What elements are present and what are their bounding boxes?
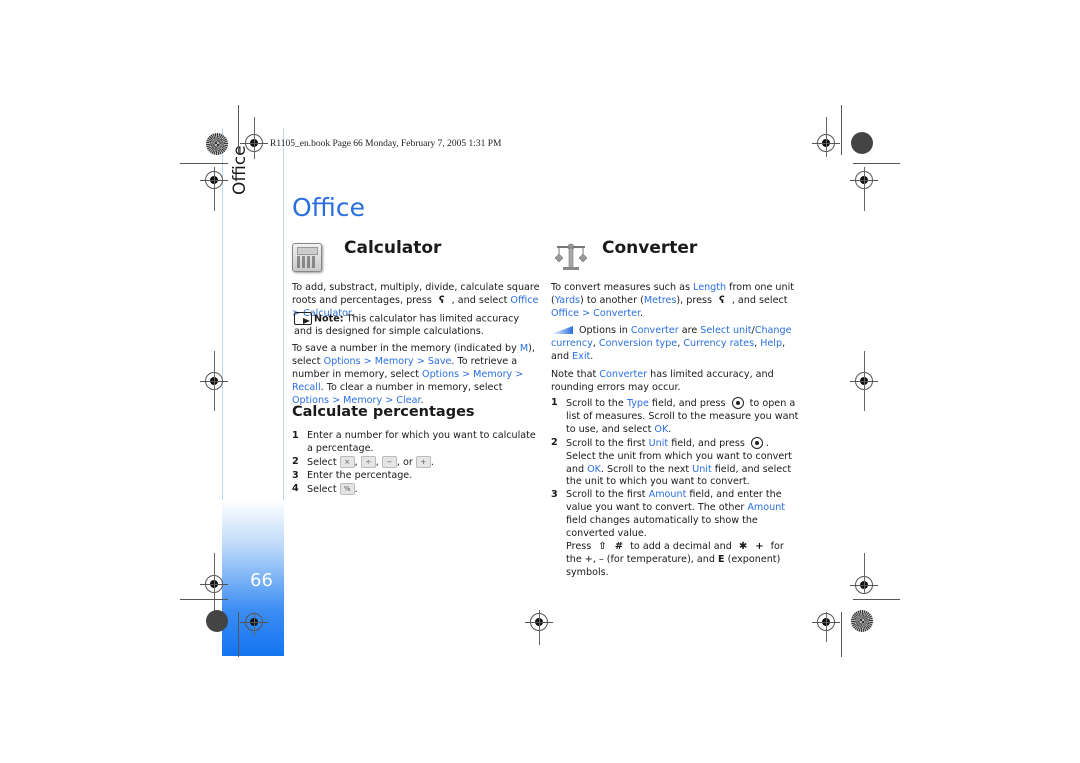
hash-key-icon: # [614,540,624,552]
menu-key-icon: ʕ [719,294,725,306]
calculator-note: Note: This calculator has limited accura… [294,312,520,338]
memory-save-link: Options > Memory > Save [323,355,452,367]
converter-tip: Options in Converter are Select unit/Cha… [551,325,792,362]
shift-key-icon: ⇧ [598,540,607,552]
tip-icon [551,326,573,334]
page-title: Office [292,193,365,222]
note-icon [294,312,312,325]
list-item: 1 Enter a number for which you want to ca… [292,430,536,454]
list-item: 3 Enter the percentage. [292,469,413,481]
calculator-title: Calculator [344,238,442,258]
calculator-icon [292,243,322,272]
list-item: 2 Scroll to the first Unit field, and pre… [551,436,792,488]
office-converter-link: Office > Converter [551,307,641,319]
star-target-icon [851,610,873,632]
selection-key-icon [731,397,744,409]
print-info-header: R1105_en.book Page 66 Monday, February 7… [270,139,502,149]
minus-key-icon: − [381,455,397,468]
percent-key-icon: % [339,482,355,495]
scale-icon [554,243,588,270]
list-item: 3 Scroll to the first Amount field, and e… [551,489,786,578]
menu-key-icon: ʕ [438,294,445,306]
dark-target-icon [206,610,228,632]
page-number: 66 [250,570,273,591]
multiply-key-icon: × [339,455,355,468]
list-item: 2 Select ×, ÷, −, or +. [292,455,434,468]
percentage-steps: 1 Enter a number for which you want to ca… [292,430,542,497]
divide-key-icon: ÷ [360,455,376,468]
selection-key-icon [750,436,763,449]
plus-key-icon: + [415,455,431,468]
calculator-memory-paragraph: To save a number in the memory (indicate… [292,343,535,406]
list-item: 1 Scroll to the Type field, and press to … [551,397,799,435]
plus-key-icon: + [755,540,764,552]
converter-note: Note that Converter has limited accuracy… [551,369,774,393]
converter-steps: 1 Scroll to the Type field, and press to … [551,397,801,580]
calculate-percentages-title: Calculate percentages [292,404,475,420]
star-key-icon: ✱ [738,540,748,552]
list-item: 4 Select %. [292,482,358,495]
crop-line [238,105,239,155]
converter-title: Converter [602,238,698,258]
dark-target-icon [851,132,873,154]
star-target-icon [206,133,228,155]
converter-intro: To convert measures such as Length from … [551,282,795,319]
